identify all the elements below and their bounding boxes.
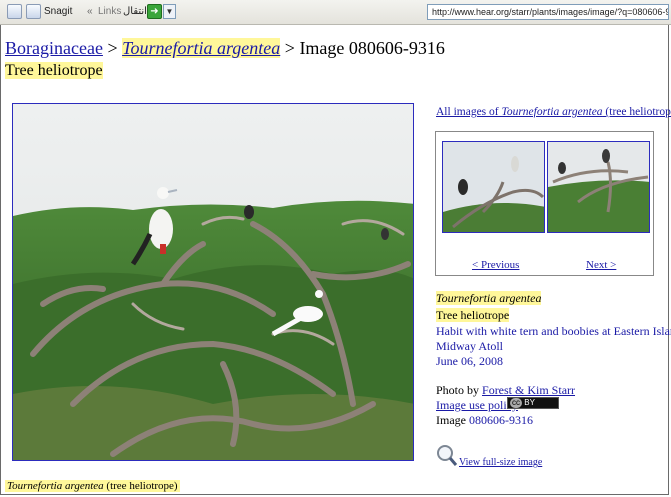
go-arrow-icon[interactable]: ➜ <box>147 4 162 19</box>
description-line1: Habit with white tern and boobies at Eas… <box>436 324 671 338</box>
address-bar[interactable]: http://www.hear.org/starr/plants/images/… <box>427 4 669 20</box>
links-label[interactable]: Links <box>98 6 121 17</box>
image-number: Image 080606-9316 <box>436 413 533 427</box>
photo-caption: Tournefortia argentea (tree heliotrope) <box>5 480 180 492</box>
browser-toolbar: Snagit « Links انتقال ➜ ▼ http://www.hea… <box>0 0 671 25</box>
main-photo[interactable] <box>12 103 414 461</box>
snagit-icon[interactable] <box>26 4 41 19</box>
description-line2: Midway Atoll <box>436 339 504 353</box>
thumbnail-previous[interactable] <box>442 141 545 233</box>
photo-illustration <box>13 104 413 460</box>
family-link[interactable]: Boraginaceae <box>5 38 103 58</box>
photo-date: June 06, 2008 <box>436 354 503 368</box>
thumbnail-next[interactable] <box>547 141 650 233</box>
print-icon[interactable] <box>7 4 22 19</box>
photographers-link[interactable]: Forest & Kim Starr <box>482 383 575 397</box>
all-images-link[interactable]: All images of Tournefortia argentea (tre… <box>436 106 671 118</box>
dropdown-icon[interactable]: ▼ <box>163 4 176 19</box>
common-name-title: Tree heliotrope <box>5 62 103 79</box>
species-name: Tournefortia argentea <box>436 291 542 305</box>
species-link[interactable]: Tournefortia argentea <box>122 38 280 58</box>
thumbnail-panel: < Previous Next > <box>435 131 654 276</box>
breadcrumb-separator: > <box>102 38 123 58</box>
snagit-label[interactable]: Snagit <box>44 6 72 17</box>
common-name: Tree heliotrope <box>436 308 510 322</box>
image-use-policy-link[interactable]: Image use policy <box>436 398 518 413</box>
cc-by-badge-icon[interactable]: cc BY <box>507 397 559 409</box>
chevron-icon[interactable]: « <box>87 6 93 17</box>
view-full-size-link[interactable]: View full-size image <box>459 457 542 468</box>
image-id-title: Image 080606-9316 <box>299 38 445 58</box>
magnifier-icon[interactable] <box>436 444 458 468</box>
previous-link[interactable]: < Previous <box>472 259 519 271</box>
photo-credit: Photo by Forest & Kim Starr <box>436 383 576 397</box>
go-label[interactable]: انتقال <box>123 6 147 17</box>
page-title: Boraginaceae > Tournefortia argentea > I… <box>5 38 445 59</box>
breadcrumb-separator: > <box>280 38 300 58</box>
next-link[interactable]: Next > <box>586 259 616 271</box>
